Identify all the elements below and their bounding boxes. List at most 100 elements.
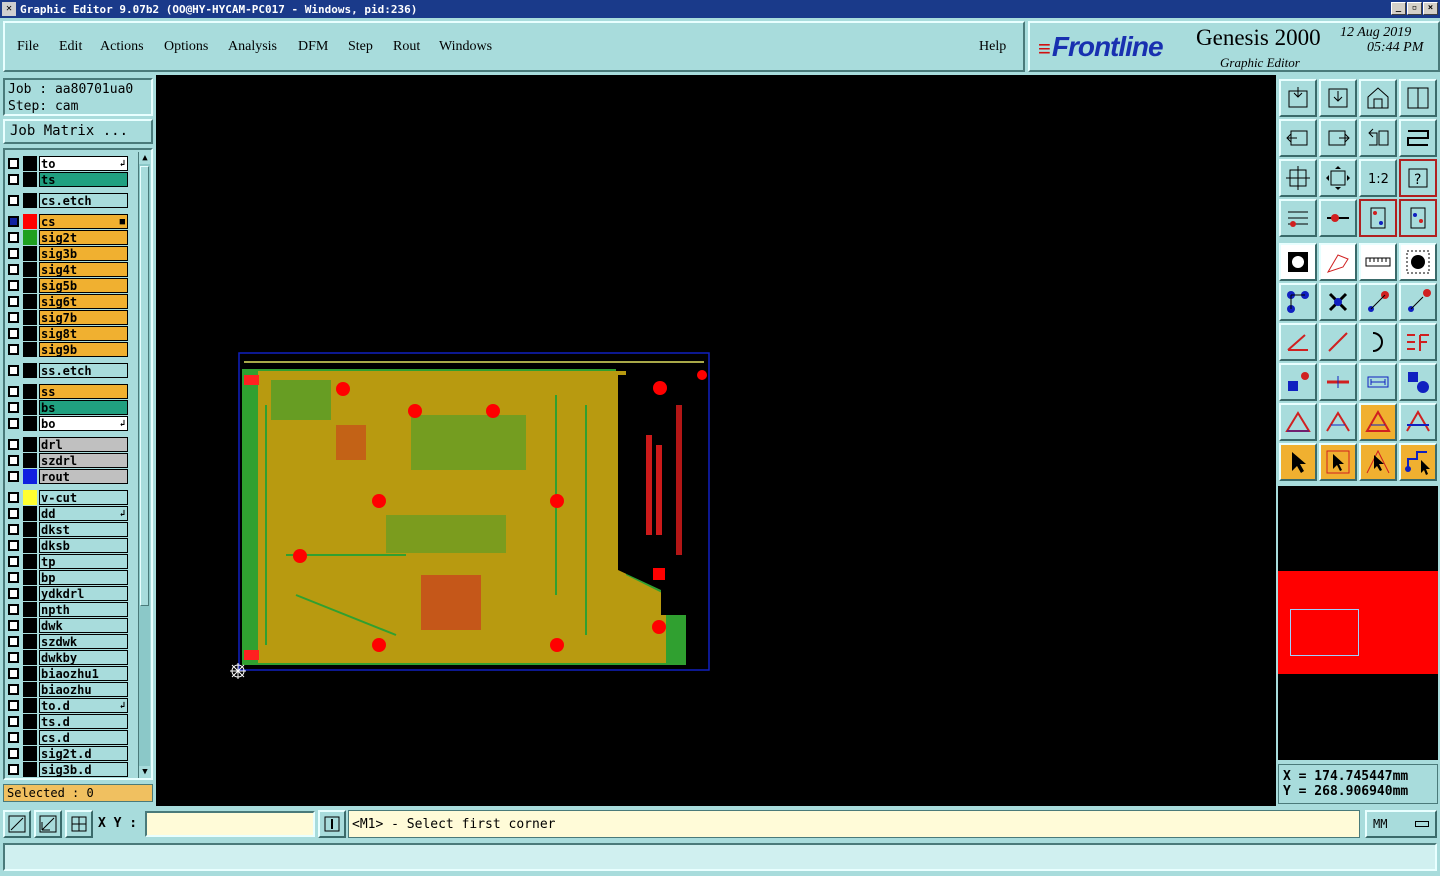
graphics-canvas[interactable] xyxy=(156,75,1276,806)
layer-color-swatch[interactable] xyxy=(23,400,37,415)
layer-row-drl[interactable]: drl xyxy=(8,437,128,452)
layer-checkbox[interactable] xyxy=(8,748,19,759)
layer-row-sig6t[interactable]: sig6t xyxy=(8,294,128,309)
select-box-button[interactable] xyxy=(1319,443,1357,481)
open-job-button[interactable] xyxy=(1279,79,1317,117)
menu-windows[interactable]: Windows xyxy=(439,39,492,55)
layer-name[interactable]: sig8t xyxy=(39,326,128,341)
scroll-down-icon[interactable]: ▼ xyxy=(139,766,151,778)
layer-name[interactable]: cs.d xyxy=(39,730,128,745)
layer-color-swatch[interactable] xyxy=(23,714,37,729)
minimize-button[interactable]: _ xyxy=(1391,2,1406,15)
layer-checkbox[interactable] xyxy=(8,195,19,206)
layer-name[interactable]: sig4t xyxy=(39,262,128,277)
layer-stack-red-button[interactable] xyxy=(1359,199,1397,237)
layer-name[interactable]: ts xyxy=(39,172,128,187)
xy-input[interactable] xyxy=(145,811,315,837)
layer-checkbox[interactable] xyxy=(8,556,19,567)
ruler-button[interactable] xyxy=(1359,243,1397,281)
layer-row-tp[interactable]: tp xyxy=(8,554,128,569)
maximize-button[interactable]: ▫ xyxy=(1407,2,1422,15)
move-node-button[interactable] xyxy=(1279,283,1317,321)
layer-name[interactable]: szdwk xyxy=(39,634,128,649)
units-select[interactable]: MM xyxy=(1365,810,1437,838)
menu-edit[interactable]: Edit xyxy=(59,39,82,55)
layer-name[interactable]: sig3b.d xyxy=(39,762,128,777)
layer-checkbox[interactable] xyxy=(8,328,19,339)
layer-name[interactable]: sig9b xyxy=(39,342,128,357)
settings-sliders-button[interactable] xyxy=(1279,199,1317,237)
layer-row-bo[interactable]: bo ↲ xyxy=(8,416,128,431)
layer-checkbox[interactable] xyxy=(8,604,19,615)
layer-name[interactable]: dkst xyxy=(39,522,128,537)
menu-step[interactable]: Step xyxy=(348,39,373,55)
layer-name[interactable]: sig7b xyxy=(39,310,128,325)
layer-checkbox[interactable] xyxy=(8,684,19,695)
layer-color-swatch[interactable] xyxy=(23,416,37,431)
layer-row-ss[interactable]: ss xyxy=(8,384,128,399)
scroll-up-icon[interactable]: ▲ xyxy=(139,152,151,164)
layer-color-swatch[interactable] xyxy=(23,246,37,261)
layer-row-to[interactable]: to ↲ xyxy=(8,156,128,171)
layer-row-szdrl[interactable]: szdrl xyxy=(8,453,128,468)
layer-checkbox[interactable] xyxy=(8,158,19,169)
menu-analysis[interactable]: Analysis xyxy=(228,39,277,55)
layer-color-swatch[interactable] xyxy=(23,214,37,229)
layer-name[interactable]: sig6t xyxy=(39,294,128,309)
layer-checkbox[interactable] xyxy=(8,572,19,583)
layer-name[interactable]: ydkdrl xyxy=(39,586,128,601)
menu-dfm[interactable]: DFM xyxy=(298,39,328,55)
layer-name[interactable]: bp xyxy=(39,570,128,585)
layer-color-swatch[interactable] xyxy=(23,634,37,649)
layer-row-sig3b-d[interactable]: sig3b.d xyxy=(8,762,128,777)
pad-round-button[interactable] xyxy=(1399,243,1437,281)
layer-color-swatch[interactable] xyxy=(23,506,37,521)
layer-name[interactable]: cs ■ xyxy=(39,214,128,229)
layer-row-sig8t[interactable]: sig8t xyxy=(8,326,128,341)
pad-move-button[interactable] xyxy=(1279,363,1317,401)
layer-row-cs[interactable]: cs ■ xyxy=(8,214,128,229)
layer-color-swatch[interactable] xyxy=(23,666,37,681)
fillet-button[interactable] xyxy=(1399,323,1437,361)
polygon-edit-button[interactable] xyxy=(1319,403,1357,441)
layer-color-swatch[interactable] xyxy=(23,618,37,633)
layer-checkbox[interactable] xyxy=(8,588,19,599)
layer-color-swatch[interactable] xyxy=(23,230,37,245)
layer-stack-blue-button[interactable] xyxy=(1399,199,1437,237)
layer-checkbox[interactable] xyxy=(8,700,19,711)
menu-options[interactable]: Options xyxy=(164,39,208,55)
help-button[interactable]: ? xyxy=(1399,159,1437,197)
layer-checkbox[interactable] xyxy=(8,402,19,413)
pad-add-button[interactable] xyxy=(1279,243,1317,281)
layer-checkbox[interactable] xyxy=(8,652,19,663)
layer-color-swatch[interactable] xyxy=(23,342,37,357)
layer-checkbox[interactable] xyxy=(8,471,19,482)
pan-left-button[interactable] xyxy=(1279,119,1317,157)
layer-checkbox[interactable] xyxy=(8,508,19,519)
layer-row-cs-d[interactable]: cs.d xyxy=(8,730,128,745)
layer-checkbox[interactable] xyxy=(8,636,19,647)
layer-row-v-cut[interactable]: v-cut xyxy=(8,490,128,505)
layer-color-swatch[interactable] xyxy=(23,746,37,761)
layer-color-swatch[interactable] xyxy=(23,469,37,484)
layer-row-sig7b[interactable]: sig7b xyxy=(8,310,128,325)
layer-row-biaozhu[interactable]: biaozhu xyxy=(8,682,128,697)
layer-name[interactable]: v-cut xyxy=(39,490,128,505)
layer-checkbox[interactable] xyxy=(8,540,19,551)
slash-button[interactable] xyxy=(1319,323,1357,361)
layer-name[interactable]: dksb xyxy=(39,538,128,553)
layer-row-bp[interactable]: bp xyxy=(8,570,128,585)
select-pointer-button[interactable] xyxy=(1279,443,1317,481)
delete-node-button[interactable] xyxy=(1319,283,1357,321)
layer-color-swatch[interactable] xyxy=(23,384,37,399)
scale-1-2-button[interactable]: 1:2 xyxy=(1359,159,1397,197)
redraw-button[interactable] xyxy=(1399,119,1437,157)
layer-name[interactable]: bs xyxy=(39,400,128,415)
menu-rout[interactable]: Rout xyxy=(393,39,420,55)
layer-checkbox[interactable] xyxy=(8,439,19,450)
layer-color-swatch[interactable] xyxy=(23,682,37,697)
pan-right-button[interactable] xyxy=(1319,119,1357,157)
layer-color-swatch[interactable] xyxy=(23,437,37,452)
layer-row-to-d[interactable]: to.d ↲ xyxy=(8,698,128,713)
layer-name[interactable]: sig5b xyxy=(39,278,128,293)
